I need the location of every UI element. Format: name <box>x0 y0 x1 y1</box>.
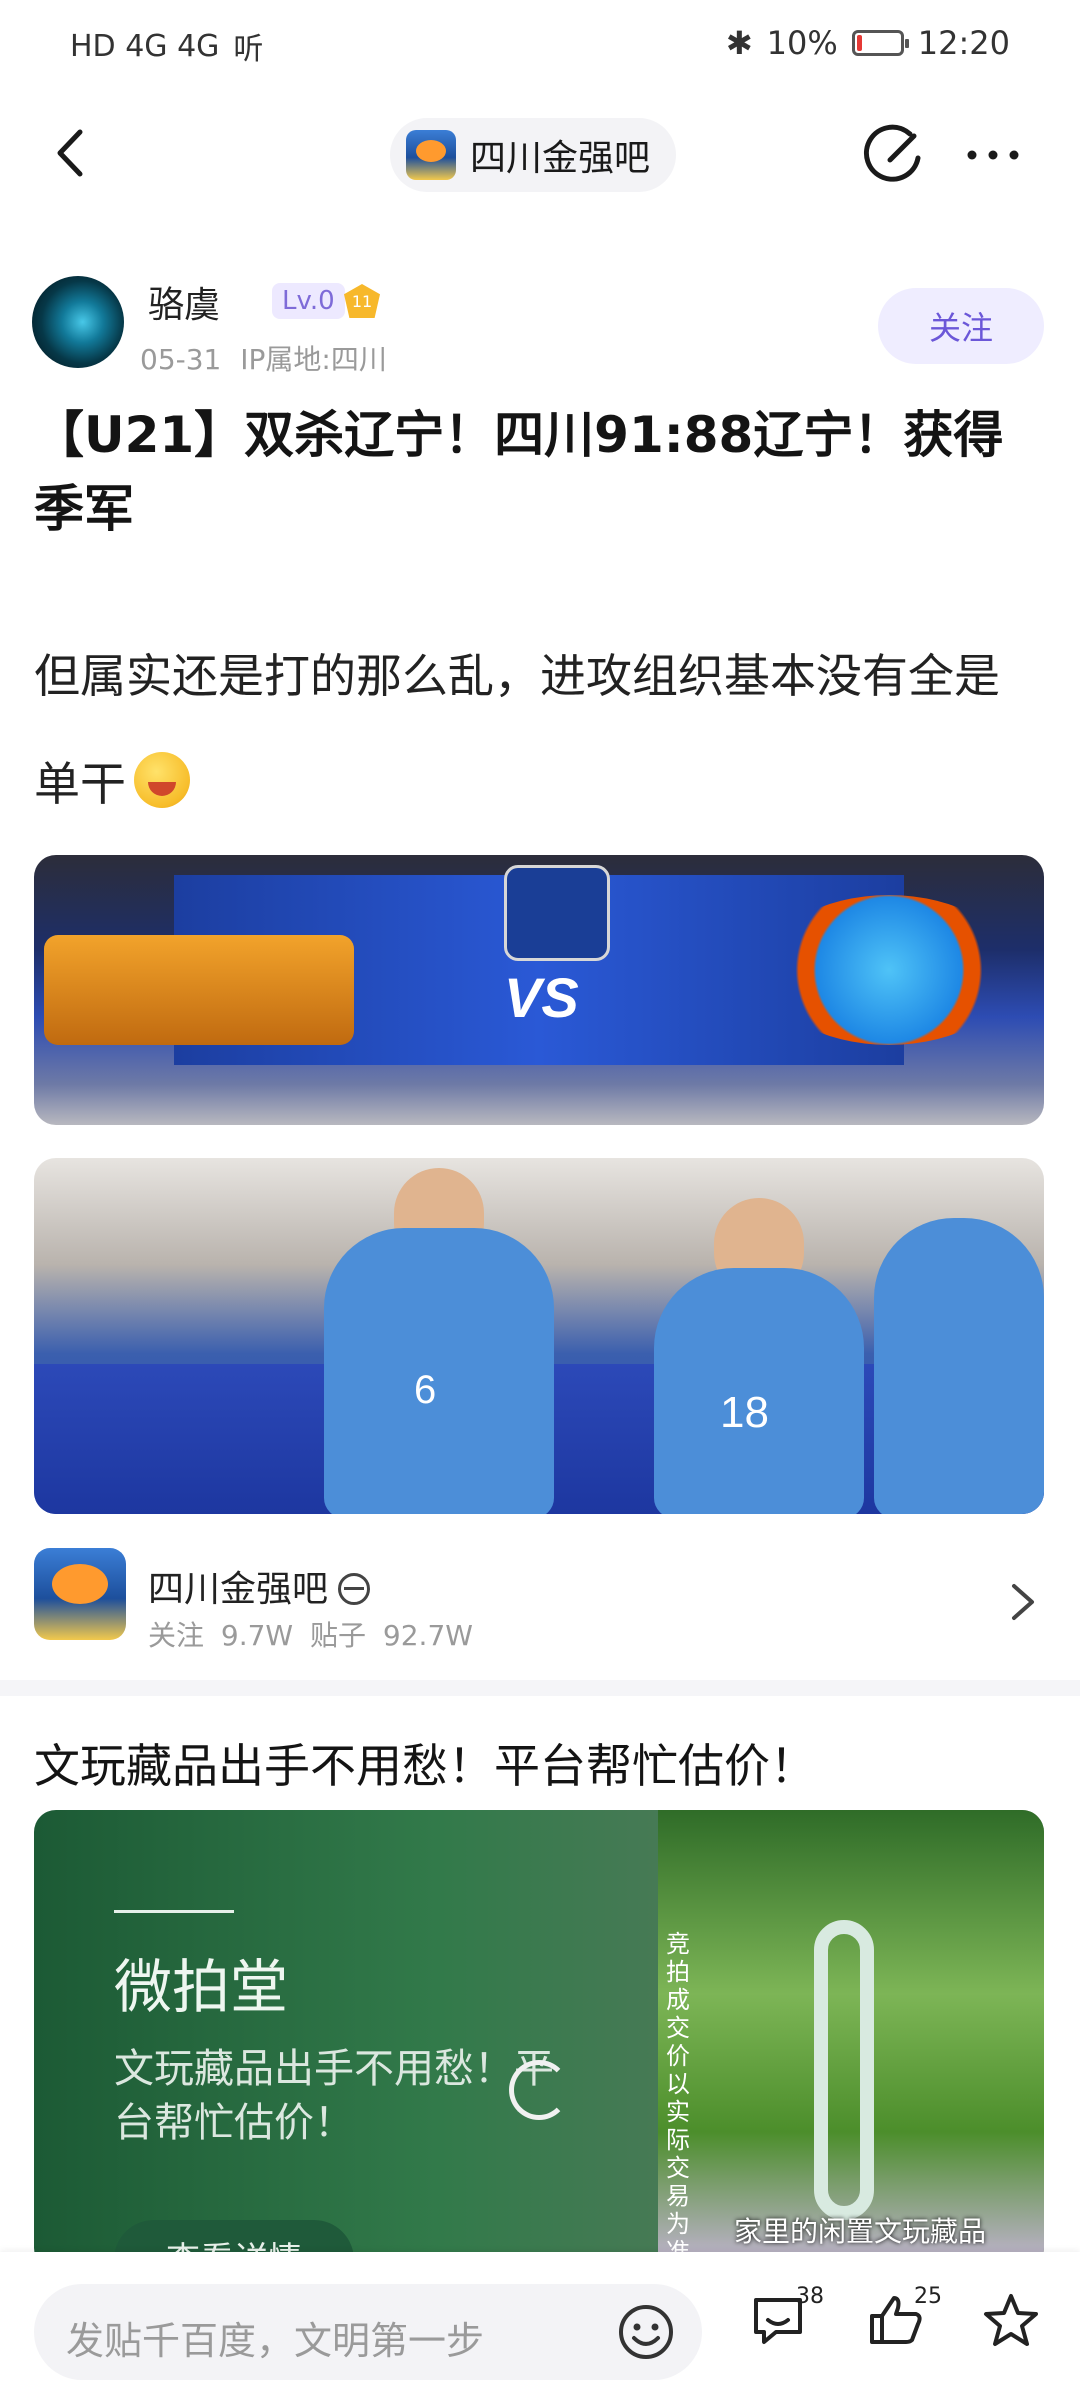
post-ip: IP属地:四川 <box>240 343 387 376</box>
jersey-number: 6 <box>414 1368 437 1412</box>
forum-logo-icon <box>406 130 456 180</box>
status-right: ✱ 10% 12:20 <box>726 24 1010 62</box>
ad-brand: 微拍堂 <box>114 1953 289 2021</box>
forum-card-stats: 关注 9.7W 贴子 92.7W <box>148 1619 473 1652</box>
emoji-icon[interactable] <box>616 2302 676 2362</box>
bottom-action-bar: 发贴千百度，文明第一步 38 25 <box>0 2252 1080 2400</box>
status-bar: HD 4G 4G 听 ✱ 10% 12:20 <box>0 0 1080 92</box>
author-avatar[interactable] <box>32 276 124 368</box>
forum-card-title: 四川金强吧 <box>148 1560 371 1612</box>
follow-button[interactable]: 关注 <box>878 288 1044 364</box>
leopards-logo-icon <box>44 935 354 1045</box>
battery-percent: 10% <box>766 24 838 62</box>
ad-card[interactable]: 微拍堂 文玩藏品出手不用愁！平台帮忙估价！ 查看详情 竞拍成交价以实际交易为准 … <box>34 1810 1044 2270</box>
whale-logo-icon <box>764 895 1014 1045</box>
comment-button[interactable]: 38 <box>748 2284 824 2360</box>
forum-logo-icon <box>34 1548 126 1640</box>
medal-icon: 11 <box>344 284 380 318</box>
post-body: 但属实还是打的那么乱，进攻组织基本没有全是单干 <box>34 622 1044 838</box>
vs-text: VS <box>504 966 579 1029</box>
bluetooth-icon: ✱ <box>725 24 753 62</box>
reply-input[interactable]: 发贴千百度，文明第一步 <box>34 2284 702 2380</box>
verified-icon <box>338 1573 371 1605</box>
favorite-button[interactable] <box>980 2290 1050 2360</box>
player-jersey <box>874 1218 1044 1514</box>
ad-product-image <box>658 1810 1044 2270</box>
level-badge: Lv.0 <box>272 283 345 319</box>
back-arrow-icon[interactable] <box>40 118 110 188</box>
post-meta: 05-31 IP属地:四川 <box>140 338 387 378</box>
top-nav: 四川金强吧 <box>0 100 1080 210</box>
ad-headline[interactable]: 文玩藏品出手不用愁！平台帮忙估价！ <box>34 1730 816 1796</box>
like-button[interactable]: 25 <box>866 2284 942 2360</box>
jade-bangle <box>814 1920 874 2220</box>
jersey-number: 18 <box>720 1388 769 1437</box>
comment-count: 38 <box>796 2284 824 2309</box>
forum-pill[interactable]: 四川金强吧 <box>390 118 677 192</box>
forum-card-name: 四川金强吧 <box>148 1569 329 1610</box>
post-image-matchup[interactable]: VS <box>34 855 1044 1125</box>
battery-icon <box>851 30 909 56</box>
author-name[interactable]: 骆虞 <box>148 276 220 328</box>
player-jersey <box>324 1228 554 1514</box>
ad-decor-line <box>114 1910 234 1913</box>
forum-card[interactable]: 四川金强吧 关注 9.7W 贴子 92.7W <box>0 1540 1080 1670</box>
status-left: HD 4G 4G 听 <box>70 24 263 68</box>
listen-icon: 听 <box>233 32 264 67</box>
post-date: 05-31 <box>140 343 222 376</box>
more-icon[interactable] <box>960 122 1026 188</box>
ad-caption: 家里的闲置文玩藏品 <box>734 2215 987 2248</box>
section-divider <box>0 1680 1080 1696</box>
cybl-logo-icon <box>504 865 610 961</box>
post-title: 【U21】双杀辽宁！四川91:88辽宁！获得季军 <box>34 406 1004 538</box>
chevron-right-icon <box>1012 1584 1034 1620</box>
post-image-players[interactable]: 6 18 <box>34 1158 1044 1514</box>
ad-vertical-note: 竞拍成交价以实际交易为准 <box>666 1930 690 2266</box>
loading-spinner-icon <box>509 2060 569 2120</box>
reply-placeholder: 发贴千百度，文明第一步 <box>66 2319 485 2363</box>
forum-pill-name: 四川金强吧 <box>470 138 651 179</box>
star-icon <box>984 2294 1038 2346</box>
clock: 12:20 <box>917 24 1010 62</box>
network-indicator: HD 4G 4G <box>70 28 220 64</box>
ad-subtitle: 文玩藏品出手不用愁！平台帮忙估价！ <box>114 2046 554 2146</box>
like-count: 25 <box>914 2284 942 2309</box>
edit-icon[interactable] <box>862 122 928 188</box>
laughing-emoji-icon <box>134 752 190 808</box>
